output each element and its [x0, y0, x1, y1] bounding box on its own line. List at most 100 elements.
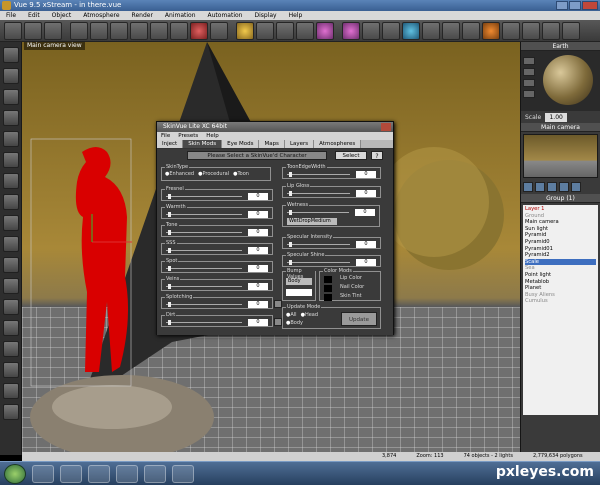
specular-intensity-slider[interactable]: [287, 242, 350, 247]
layer-tool-icon-5[interactable]: [571, 182, 581, 192]
wireframe-icon[interactable]: [542, 21, 560, 40]
layer-item[interactable]: Sea: [525, 265, 596, 272]
slider-knob[interactable]: [289, 242, 292, 247]
warmth-value[interactable]: 0: [248, 211, 268, 218]
new-file-icon[interactable]: [4, 21, 22, 40]
preview-button-3[interactable]: [523, 79, 535, 87]
radio-body[interactable]: Body: [286, 320, 303, 326]
open-file-icon[interactable]: [24, 21, 42, 40]
skin-tint-swatch[interactable]: [324, 294, 332, 301]
sss-value[interactable]: 0: [248, 247, 268, 254]
slider-knob[interactable]: [289, 172, 292, 177]
wetness-value[interactable]: 0: [355, 209, 375, 216]
pyramid-tool-icon[interactable]: [2, 110, 19, 126]
menu-object[interactable]: Object: [52, 11, 72, 20]
radio-all[interactable]: All: [286, 312, 296, 318]
options-icon[interactable]: [502, 21, 520, 40]
rock-tool-icon[interactable]: [2, 236, 19, 252]
preview-button-4[interactable]: [523, 90, 535, 98]
menu-render[interactable]: Render: [132, 11, 153, 20]
close-button[interactable]: [582, 1, 598, 10]
slider-knob[interactable]: [168, 302, 171, 307]
undo-icon[interactable]: [150, 21, 168, 40]
update-button[interactable]: Update: [341, 312, 377, 326]
figure-silhouette[interactable]: [75, 147, 129, 372]
dirt-value[interactable]: 0: [248, 319, 268, 326]
veins-slider[interactable]: [166, 284, 242, 289]
slider-knob[interactable]: [168, 284, 171, 289]
radio-toon[interactable]: Toon: [233, 171, 249, 177]
slider-knob[interactable]: [168, 266, 171, 271]
ie-icon[interactable]: [32, 464, 54, 483]
slider-knob[interactable]: [289, 210, 292, 215]
spot-slider[interactable]: [166, 266, 242, 271]
select-tool-icon[interactable]: [2, 47, 19, 63]
plant-tool-icon[interactable]: [2, 215, 19, 231]
lip-gloss-slider[interactable]: [287, 191, 350, 196]
render-icon[interactable]: [190, 21, 208, 40]
lip-gloss-value[interactable]: 0: [356, 190, 376, 197]
specular-intensity-value[interactable]: 0: [356, 241, 376, 248]
layer-item[interactable]: Planet: [525, 285, 596, 292]
dirt-slider[interactable]: [166, 320, 242, 325]
tab-inject[interactable]: Inject: [157, 140, 184, 148]
layout-icon[interactable]: [482, 21, 500, 40]
layer-item[interactable]: Pyramid01: [525, 246, 596, 253]
slider-knob[interactable]: [289, 191, 292, 196]
start-button[interactable]: [4, 463, 26, 484]
radio-head[interactable]: Head: [301, 312, 318, 318]
slider-knob[interactable]: [289, 260, 292, 265]
frame-icon[interactable]: [462, 21, 480, 40]
layer-item[interactable]: Scale: [525, 258, 596, 266]
wetness-dropdown[interactable]: WetDropMedium: [287, 218, 337, 225]
maximize-button[interactable]: [569, 1, 581, 10]
boolean-icon[interactable]: [402, 21, 420, 40]
tab-maps[interactable]: Maps: [259, 140, 285, 148]
dialog-menu-file[interactable]: File: [161, 132, 170, 140]
layer-tool-icon-4[interactable]: [559, 182, 569, 192]
tone-slider[interactable]: [166, 230, 242, 235]
terrain-icon[interactable]: [256, 21, 274, 40]
dialog-close-icon[interactable]: [381, 123, 391, 131]
light-tool-icon[interactable]: [2, 278, 19, 294]
splotching-slider[interactable]: [166, 302, 242, 307]
menu-display[interactable]: Display: [254, 11, 276, 20]
map-picker-icon[interactable]: [274, 318, 282, 326]
terrain-tool-icon[interactable]: [2, 152, 19, 168]
layer-item[interactable]: Pyramid0: [525, 239, 596, 246]
dialog-menu-help[interactable]: Help: [206, 132, 219, 140]
preview-button-2[interactable]: [523, 68, 535, 76]
veins-value[interactable]: 0: [248, 283, 268, 290]
character-select-field[interactable]: Please Select a SkinVue'd Character: [187, 151, 327, 160]
sun-tool-icon[interactable]: [2, 341, 19, 357]
ungroup-icon[interactable]: [382, 21, 400, 40]
preview-icon[interactable]: [562, 21, 580, 40]
vue-taskbar-icon[interactable]: [144, 464, 166, 483]
copy-icon[interactable]: [90, 21, 108, 40]
camera-preview[interactable]: [523, 134, 598, 178]
layer-item[interactable]: Busy Aliens: [525, 292, 596, 299]
menu-atmosphere[interactable]: Atmosphere: [83, 11, 119, 20]
tone-value[interactable]: 0: [248, 229, 268, 236]
cloud-tool-icon[interactable]: [2, 299, 19, 315]
plant-icon[interactable]: [276, 21, 294, 40]
cylinder-tool-icon[interactable]: [2, 194, 19, 210]
layer-tool-icon-3[interactable]: [547, 182, 557, 192]
layer-item[interactable]: Metablob: [525, 279, 596, 286]
layer-item[interactable]: Pyramid2: [525, 252, 596, 259]
menu-file[interactable]: File: [6, 11, 16, 20]
group-icon[interactable]: [362, 21, 380, 40]
cube-tool-icon[interactable]: [2, 131, 19, 147]
tab-skin-mods[interactable]: Skin Mods: [183, 140, 223, 148]
layer-item[interactable]: Sun light: [525, 226, 596, 233]
slider-knob[interactable]: [168, 230, 171, 235]
layer-item[interactable]: Layer 1: [525, 206, 596, 213]
delete-icon[interactable]: [130, 21, 148, 40]
spot-value[interactable]: 0: [248, 265, 268, 272]
menu-animation[interactable]: Animation: [165, 11, 196, 20]
slider-knob[interactable]: [168, 194, 171, 199]
atmosphere-editor-icon[interactable]: [236, 21, 254, 40]
explorer-icon[interactable]: [60, 464, 82, 483]
sphere-tool-icon[interactable]: [2, 173, 19, 189]
move-tool-icon[interactable]: [2, 68, 19, 84]
